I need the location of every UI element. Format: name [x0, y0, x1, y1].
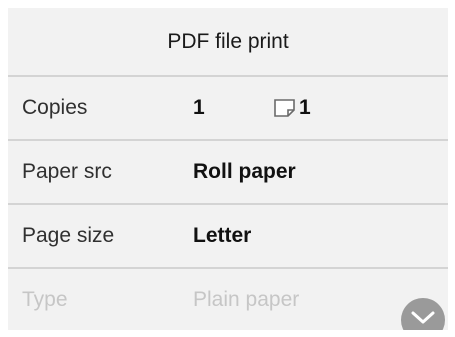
page-size-value[interactable]: Letter	[193, 205, 251, 267]
copies-label: Copies	[22, 96, 88, 119]
setting-row-paper-source[interactable]: Paper src Roll paper	[8, 141, 448, 205]
setting-row-type: Type Plain paper	[8, 269, 448, 330]
chevron-down-icon	[411, 311, 435, 324]
sheet-icon	[274, 99, 295, 117]
sheets-count: 1	[299, 96, 311, 119]
copies-value[interactable]: 1	[193, 77, 205, 139]
screen-title: PDF file print	[8, 8, 448, 77]
page-size-label: Page size	[22, 224, 115, 247]
type-label: Type	[22, 288, 68, 311]
setting-row-copies[interactable]: Copies 1 1	[8, 77, 448, 141]
print-settings-screen: PDF file print Copies 1 1 Paper src Roll…	[8, 8, 448, 330]
paper-source-label: Paper src	[22, 160, 112, 183]
sheets-per-copy: 1	[273, 77, 311, 139]
type-value: Plain paper	[193, 288, 300, 311]
setting-row-page-size[interactable]: Page size Letter	[8, 205, 448, 269]
paper-source-value[interactable]: Roll paper	[193, 141, 296, 203]
